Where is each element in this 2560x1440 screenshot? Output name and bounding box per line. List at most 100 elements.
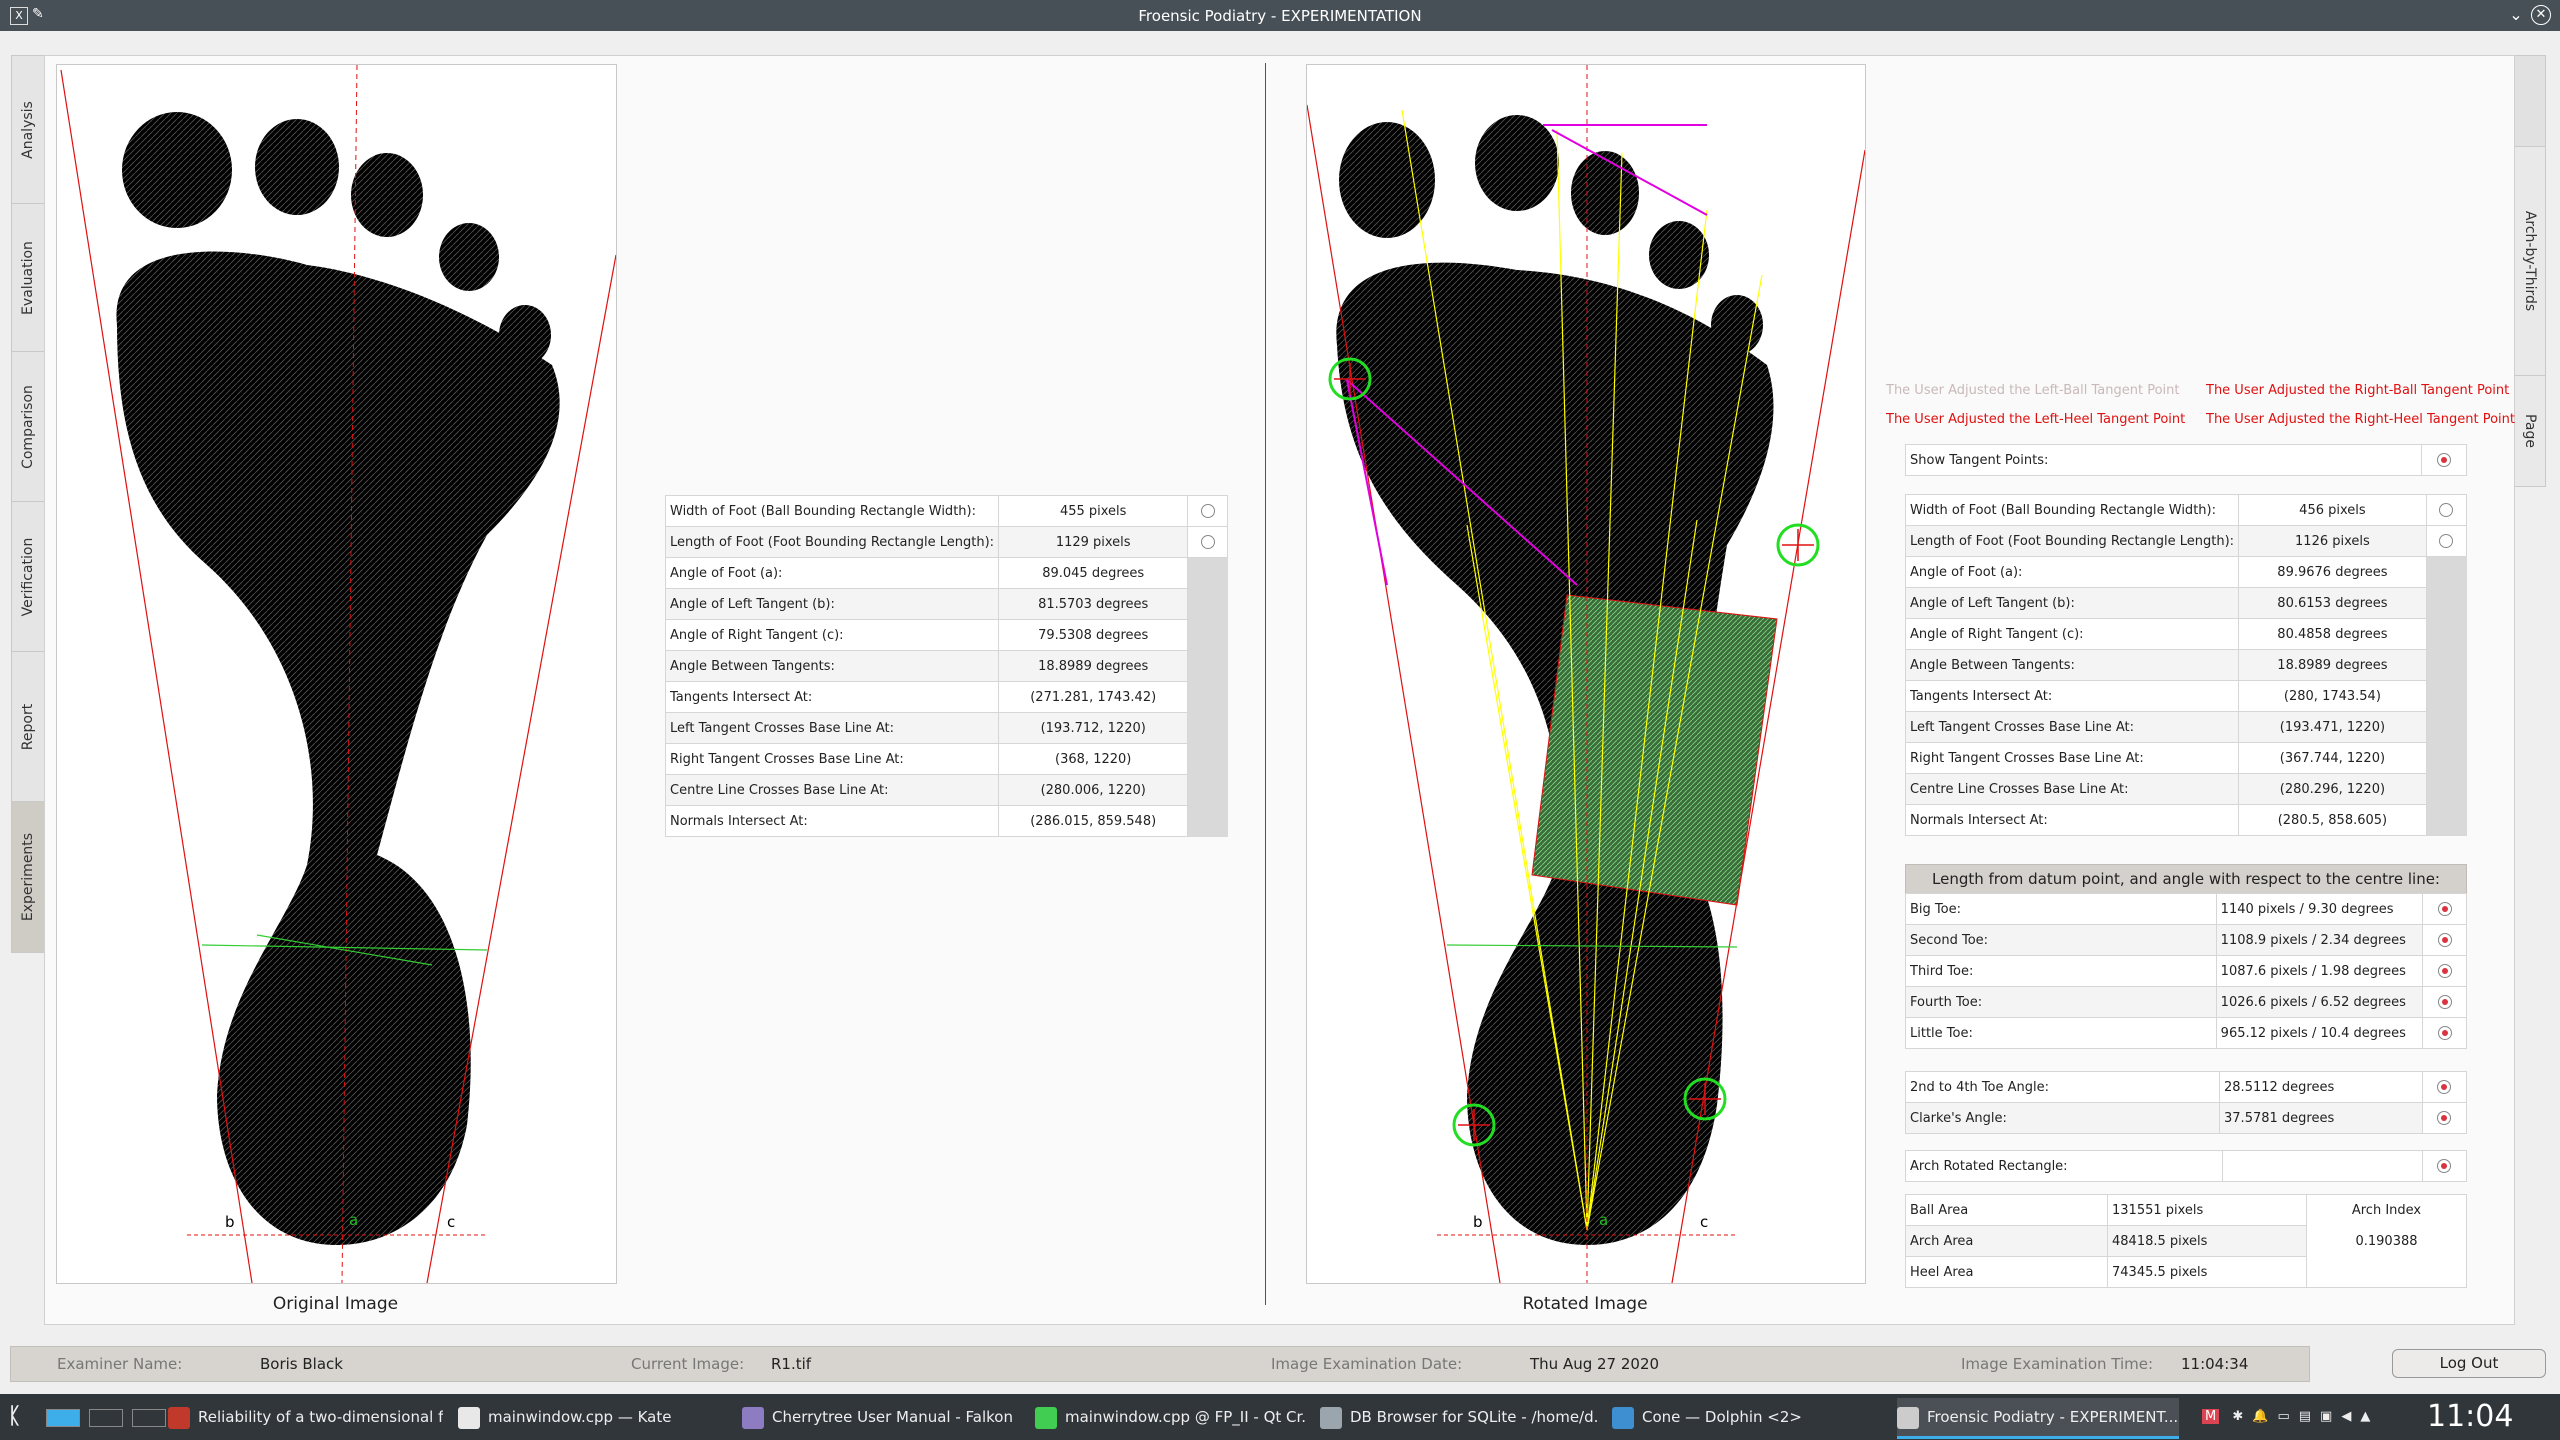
tab-comparison[interactable]: Comparison	[11, 351, 44, 503]
kde-menu-icon[interactable]: ᛕ	[8, 1398, 21, 1436]
status-bar: Examiner Name: Boris Black Current Image…	[10, 1346, 2310, 1382]
clipboard-icon[interactable]: ▤	[2299, 1409, 2320, 1424]
measure-value: 455 pixels	[998, 495, 1189, 527]
row-value: 1026.6 pixels / 6.52 degrees	[2215, 986, 2424, 1018]
close-icon[interactable]: ✕	[2531, 5, 2551, 25]
measure-value: (193.712, 1220)	[998, 712, 1189, 744]
taskbar-item[interactable]: DB Browser for SQLite - /home/d...	[1320, 1398, 1600, 1436]
tab-experiments[interactable]: Experiments	[11, 801, 44, 953]
empty-cell	[2425, 711, 2468, 743]
row-radio[interactable]	[2422, 893, 2467, 925]
measure-label: Right Tangent Crosses Base Line At:	[664, 743, 1000, 775]
system-tray[interactable]: M ✱🔔▭▤▣◀▲	[2202, 1398, 2379, 1436]
rotated-image-caption: Rotated Image	[1522, 1294, 1648, 1314]
taskbar-item-label: mainwindow.cpp — Kate	[488, 1408, 672, 1426]
mail-icon[interactable]: M	[2202, 1409, 2220, 1424]
measure-label: Centre Line Crosses Base Line At:	[1904, 773, 2240, 805]
row-radio[interactable]	[2422, 955, 2467, 987]
row-label: Clarke's Angle:	[1904, 1102, 2221, 1134]
exam-date-value: Thu Aug 27 2020	[1530, 1355, 1660, 1373]
measure-radio[interactable]	[1187, 526, 1228, 558]
pdf-icon	[168, 1406, 190, 1429]
empty-cell	[1187, 712, 1228, 744]
tab-verification[interactable]: Verification	[11, 501, 44, 653]
arch-rect-radio[interactable]	[2421, 1150, 2468, 1182]
exam-time-label: Image Examination Time:	[1961, 1355, 2154, 1373]
examiner-value: Boris Black	[260, 1355, 343, 1373]
scrollbar[interactable]	[2514, 55, 2546, 147]
measure-radio[interactable]	[2425, 525, 2468, 557]
measure-value: 18.8989 degrees	[2238, 649, 2427, 681]
area-label: Heel Area	[1905, 1256, 2108, 1288]
network-icon[interactable]: ▭	[2277, 1409, 2298, 1424]
table-row: Normals Intersect At: (280.5, 858.605)	[1904, 804, 2468, 836]
right-ball-tangent-note: The User Adjusted the Right-Ball Tangent…	[2206, 383, 2510, 398]
row-label: Little Toe:	[1905, 1017, 2217, 1049]
empty-cell	[2425, 680, 2468, 712]
taskbar-item[interactable]: Froensic Podiatry - EXPERIMENT...	[1897, 1398, 2179, 1439]
taskbar-item-label: Cone — Dolphin <2>	[1642, 1408, 1802, 1426]
measure-label: Length of Foot (Foot Bounding Rectangle …	[664, 526, 1000, 558]
toe-measurements-table: Big Toe: 1140 pixels / 9.30 degrees Second…	[1905, 893, 2467, 1049]
measure-label: Angle of Left Tangent (b):	[664, 588, 1000, 620]
measure-radio[interactable]	[2425, 494, 2468, 526]
logout-button[interactable]: Log Out	[2392, 1349, 2546, 1378]
table-row: Fourth Toe: 1026.6 pixels / 6.52 degrees	[1905, 986, 2467, 1018]
area-value: 48418.5 pixels	[2107, 1225, 2307, 1257]
empty-cell	[2425, 649, 2468, 681]
tab-report[interactable]: Report	[11, 651, 44, 803]
rotated-image[interactable]: b a c	[1306, 64, 1866, 1284]
taskbar-item[interactable]: Cherrytree User Manual - Falkon	[742, 1398, 1022, 1436]
desktop-pager[interactable]	[46, 1398, 166, 1436]
row-radio[interactable]	[2421, 1071, 2468, 1103]
updates-icon[interactable]: ▣	[2320, 1409, 2341, 1424]
volume-icon[interactable]: ◀	[2341, 1409, 2360, 1424]
taskbar-item[interactable]: mainwindow.cpp @ FP_II - Qt Cr...	[1035, 1398, 1307, 1436]
expand-tray-icon[interactable]: ▲	[2360, 1409, 2379, 1424]
tab-evaluation[interactable]: Evaluation	[11, 203, 44, 353]
tab-label: Report	[20, 703, 36, 751]
row-radio[interactable]	[2422, 986, 2467, 1018]
row-radio[interactable]	[2422, 1017, 2467, 1049]
clock[interactable]: 11:04	[2427, 1399, 2513, 1434]
title-bar: X ✎ Froensic Podiatry - EXPERIMENTATION …	[0, 0, 2560, 31]
row-radio[interactable]	[2421, 1102, 2468, 1134]
footprint	[116, 112, 560, 1245]
exam-date-label: Image Examination Date:	[1271, 1355, 1463, 1373]
minimize-icon[interactable]: ⌄	[2505, 4, 2527, 26]
row-radio[interactable]	[2422, 924, 2467, 956]
tab-analysis[interactable]: Analysis	[11, 55, 44, 205]
table-row: Second Toe: 1108.9 pixels / 2.34 degrees	[1905, 924, 2467, 956]
table-row: Clarke's Angle: 37.5781 degrees	[1904, 1102, 2468, 1134]
measure-label: Angle of Foot (a):	[1904, 556, 2240, 588]
table-row: Third Toe: 1087.6 pixels / 1.98 degrees	[1905, 955, 2467, 987]
show-tangent-points-row: Show Tangent Points:	[1905, 444, 2467, 476]
taskbar-item[interactable]: mainwindow.cpp — Kate	[458, 1398, 730, 1436]
table-row: Left Tangent Crosses Base Line At: (193.7…	[664, 712, 1228, 744]
show-tangent-label: Show Tangent Points:	[1905, 444, 2422, 476]
tab-page[interactable]: Page	[2515, 375, 2546, 487]
table-row: Angle of Right Tangent (c): 80.4858 degre…	[1904, 618, 2468, 650]
area-label: Ball Area	[1905, 1194, 2108, 1226]
empty-cell	[1187, 619, 1228, 651]
table-row: Length of Foot (Foot Bounding Rectangle …	[664, 526, 1228, 558]
measure-value: (193.471, 1220)	[2238, 711, 2427, 743]
notification-icon[interactable]: 🔔	[2252, 1409, 2277, 1424]
measure-label: Length of Foot (Foot Bounding Rectangle …	[1904, 525, 2240, 557]
show-tangent-radio[interactable]	[2421, 444, 2467, 476]
area-value: 131551 pixels	[2107, 1194, 2307, 1226]
taskbar-item[interactable]: Cone — Dolphin <2>	[1612, 1398, 1882, 1436]
measure-label: Angle of Foot (a):	[664, 557, 1000, 589]
tab-arch-by-thirds[interactable]: Arch-by-Thirds	[2515, 145, 2546, 377]
row-value: 1108.9 pixels / 2.34 degrees	[2215, 924, 2424, 956]
bluetooth-icon[interactable]: ✱	[2232, 1409, 2252, 1424]
measure-radio[interactable]	[1187, 495, 1228, 527]
original-image[interactable]: b a c	[56, 64, 617, 1284]
qtcreator-icon	[1035, 1406, 1057, 1429]
measure-label: Angle Between Tangents:	[664, 650, 1000, 682]
table-row: Length of Foot (Foot Bounding Rectangle …	[1904, 525, 2468, 557]
taskbar-item[interactable]: Reliability of a two-dimensional f...	[168, 1398, 443, 1436]
measure-label: Angle of Left Tangent (b):	[1904, 587, 2240, 619]
measure-value: 80.4858 degrees	[2238, 618, 2427, 650]
tab-label: Page	[2522, 414, 2538, 448]
